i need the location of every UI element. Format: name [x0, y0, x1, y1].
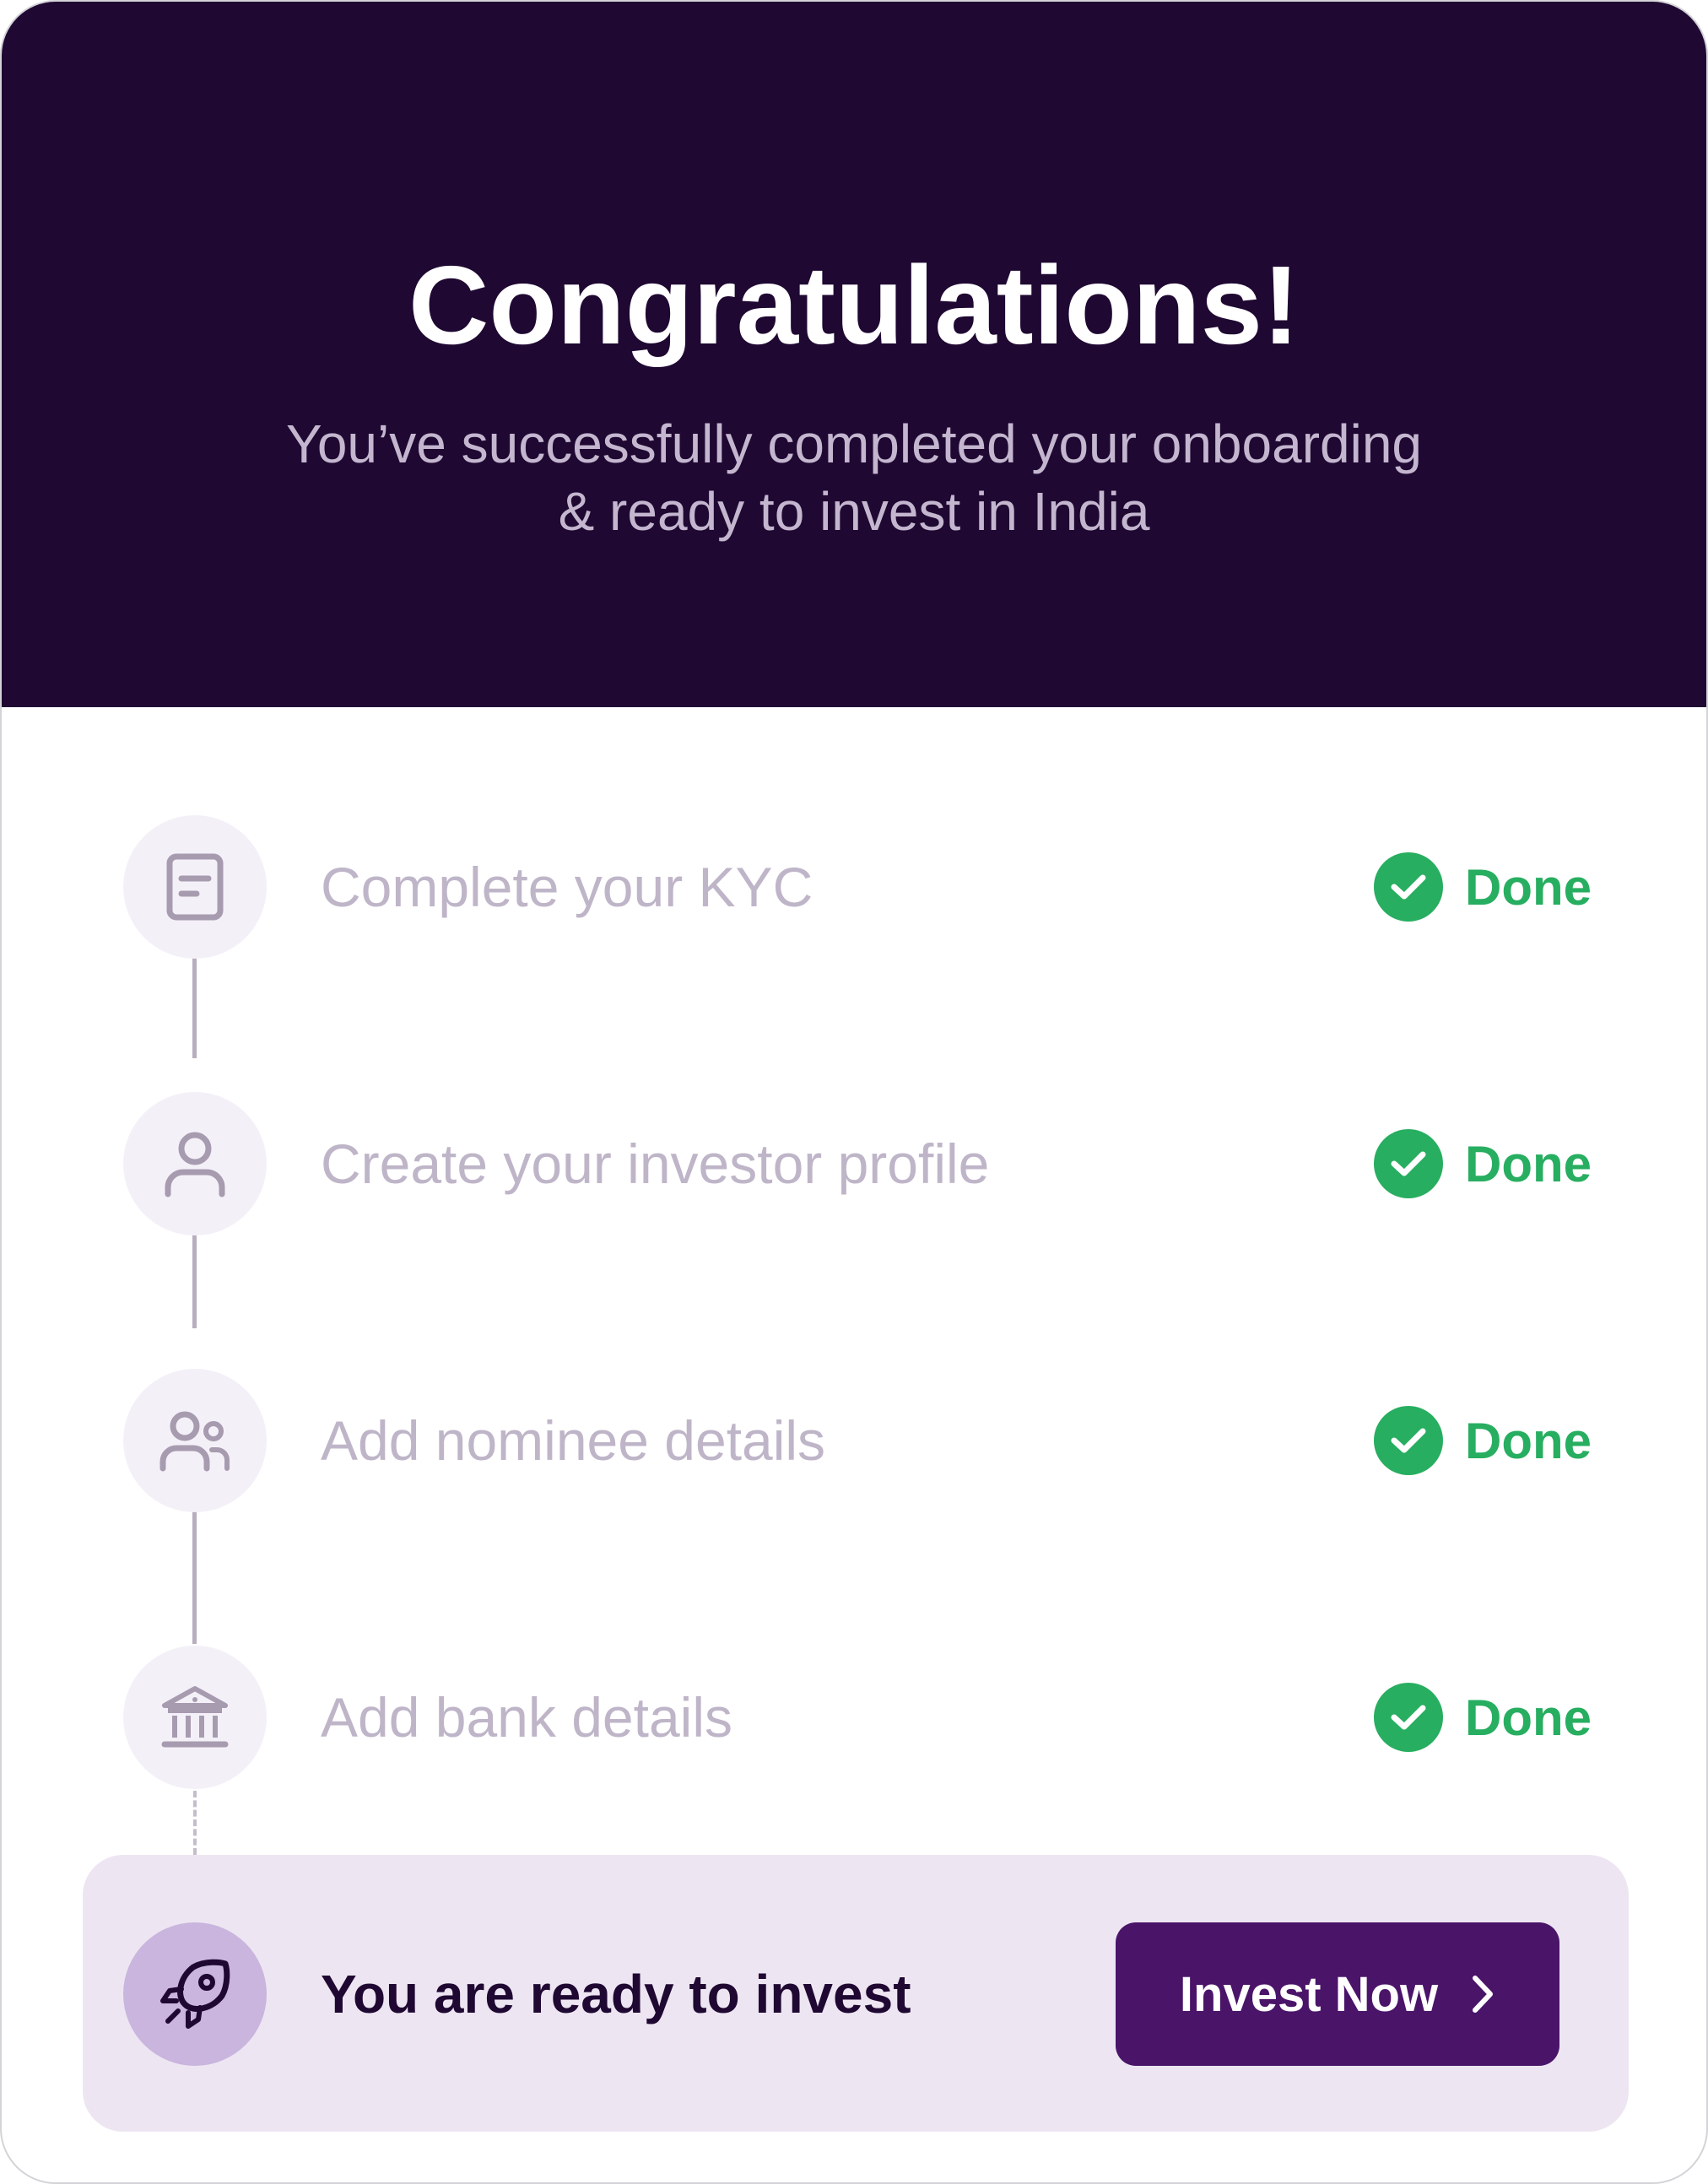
- step-label: Add bank details: [321, 1686, 733, 1749]
- check-circle-icon: [1374, 852, 1443, 922]
- invest-now-label: Invest Now: [1179, 1966, 1439, 2022]
- step-bank: Add bank details Done: [2, 1646, 1706, 1789]
- bank-icon: [123, 1646, 267, 1789]
- rocket-icon: [123, 1922, 267, 2066]
- ready-message: You are ready to invest: [321, 1964, 911, 2025]
- document-icon: [123, 815, 267, 959]
- check-circle-icon: [1374, 1683, 1443, 1752]
- step-label: Complete your KYC: [321, 856, 813, 918]
- status-label: Done: [1465, 1689, 1592, 1746]
- status-label: Done: [1465, 858, 1592, 916]
- step-status: Done: [1374, 1646, 1592, 1789]
- step-connector: [192, 1511, 197, 1644]
- subtitle-line-1: You’ve successfully completed your onboa…: [286, 414, 1422, 474]
- step-connector: [192, 1234, 197, 1328]
- users-icon: [123, 1369, 267, 1512]
- step-label: Add nominee details: [321, 1409, 826, 1472]
- status-label: Done: [1465, 1135, 1592, 1192]
- user-icon: [123, 1092, 267, 1235]
- chevron-right-icon: [1470, 1973, 1495, 2015]
- step-label: Create your investor profile: [321, 1133, 990, 1195]
- status-label: Done: [1465, 1412, 1592, 1469]
- page-title: Congratulations!: [408, 243, 1300, 367]
- step-nominee: Add nominee details Done: [2, 1369, 1706, 1512]
- check-circle-icon: [1374, 1129, 1443, 1198]
- subtitle-line-2: & ready to invest in India: [558, 481, 1150, 542]
- step-connector-dashed: [193, 1791, 197, 1855]
- ready-to-invest-panel: You are ready to invest Invest Now: [83, 1855, 1629, 2132]
- check-circle-icon: [1374, 1406, 1443, 1475]
- page-subtitle: You’ve successfully completed your onboa…: [2, 410, 1706, 545]
- step-status: Done: [1374, 1092, 1592, 1235]
- step-kyc: Complete your KYC Done: [2, 815, 1706, 959]
- invest-now-button[interactable]: Invest Now: [1116, 1922, 1559, 2066]
- onboarding-complete-card: Congratulations! You’ve successfully com…: [0, 0, 1708, 2184]
- step-investor-profile: Create your investor profile Done: [2, 1092, 1706, 1235]
- step-connector: [192, 957, 197, 1058]
- step-status: Done: [1374, 1369, 1592, 1512]
- step-status: Done: [1374, 815, 1592, 959]
- header-banner: Congratulations! You’ve successfully com…: [2, 2, 1706, 707]
